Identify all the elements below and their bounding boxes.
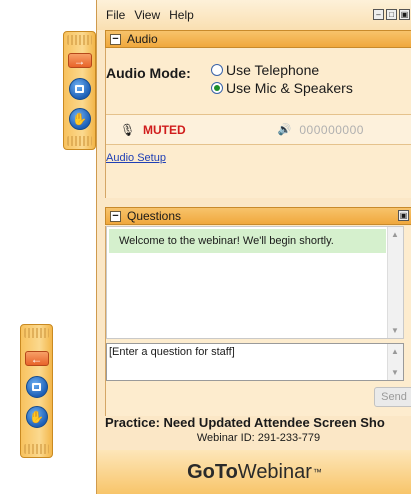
scroll-up-icon[interactable]: ▲ <box>391 347 399 356</box>
questions-log: Welcome to the webinar! We'll begin shor… <box>106 226 404 339</box>
control-panel: File View Help – □ ▣ − Audio Audio Mode:… <box>96 0 411 494</box>
audio-setup-link[interactable]: Audio Setup <box>106 152 166 164</box>
question-input-placeholder: [Enter a question for staff] <box>109 346 235 358</box>
show-screen-button[interactable] <box>25 376 48 398</box>
minimize-button[interactable]: – <box>373 9 384 20</box>
questions-collapse-button[interactable]: − <box>110 210 121 222</box>
audio-level-meter: 000000000 <box>299 122 364 137</box>
maximize-button[interactable]: □ <box>386 9 397 20</box>
popout-icon[interactable]: ▣ <box>398 210 409 221</box>
radio-button[interactable] <box>211 64 223 76</box>
menu-view[interactable]: View <box>134 8 160 22</box>
brand-goto: GoTo <box>187 460 238 483</box>
raise-hand-button[interactable]: ✋ <box>68 108 91 130</box>
menu-file[interactable]: File <box>106 8 125 22</box>
microphone-icon[interactable]: 🎙 <box>120 123 135 137</box>
show-screen-button[interactable] <box>68 78 91 100</box>
scroll-down-icon[interactable]: ▼ <box>391 326 399 335</box>
questions-log-scrollbar[interactable]: ▲ ▼ <box>387 227 403 338</box>
arrow-right-icon: → <box>73 53 86 68</box>
raise-hand-button[interactable]: ✋ <box>25 406 48 428</box>
collapse-arrow-button[interactable]: → <box>67 53 92 68</box>
screen-icon <box>32 383 41 391</box>
menu-help[interactable]: Help <box>169 8 194 22</box>
radio-label: Use Mic & Speakers <box>226 80 353 96</box>
questions-section-header[interactable]: − Questions ▣ <box>105 207 411 225</box>
expand-arrow-button[interactable]: ← <box>24 351 49 366</box>
questions-header-label: Questions <box>127 209 182 223</box>
send-button[interactable]: Send <box>374 387 411 407</box>
raise-hand-icon: ✋ <box>29 410 44 424</box>
audio-collapse-button[interactable]: − <box>110 33 121 45</box>
webinar-title: Practice: Need Updated Attendee Screen S… <box>105 415 385 430</box>
menu-bar: File View Help – □ ▣ <box>97 0 411 30</box>
radio-use-mic-speakers[interactable]: Use Mic & Speakers <box>211 80 353 96</box>
brand-trademark: ™ <box>312 467 322 477</box>
raise-hand-icon: ✋ <box>72 112 87 126</box>
grip-handle[interactable] <box>24 328 49 338</box>
webinar-id: Webinar ID: 291-233-779 <box>196 432 321 444</box>
muted-status: MUTED <box>143 122 186 137</box>
audio-section: Audio Mode: Use Telephone Use Mic & Spea… <box>105 48 411 198</box>
question-input[interactable]: [Enter a question for staff] ▲ ▼ <box>106 343 404 381</box>
arrow-left-icon: ← <box>30 351 43 366</box>
window-controls: – □ ▣ <box>373 9 411 20</box>
grab-tab-top[interactable]: → ✋ <box>63 31 96 150</box>
scroll-up-icon[interactable]: ▲ <box>391 230 399 239</box>
radio-button-selected[interactable] <box>211 82 223 94</box>
screen-icon <box>75 85 84 93</box>
grip-handle-bottom[interactable] <box>67 136 92 146</box>
grip-handle-bottom[interactable] <box>24 444 49 454</box>
grab-tab-bottom[interactable]: ← ✋ <box>20 324 53 458</box>
audio-mode-label: Audio Mode: <box>106 65 191 81</box>
scroll-down-icon[interactable]: ▼ <box>391 368 399 377</box>
questions-section: Welcome to the webinar! We'll begin shor… <box>105 226 411 416</box>
radio-label: Use Telephone <box>226 62 320 78</box>
audio-section-header[interactable]: − Audio <box>105 30 411 48</box>
question-input-scrollbar[interactable]: ▲ ▼ <box>387 344 403 380</box>
audio-header-label: Audio <box>127 32 158 46</box>
speaker-icon: 🔊 <box>277 124 292 136</box>
brand-webinar: Webinar <box>237 460 312 483</box>
restore-button[interactable]: ▣ <box>399 9 410 20</box>
audio-status-strip: 🎙 MUTED 🔊 000000000 <box>106 114 411 145</box>
radio-use-telephone[interactable]: Use Telephone <box>211 62 319 78</box>
grip-handle[interactable] <box>67 35 92 45</box>
gotowebinar-logo: GoTo Webinar ™ <box>97 450 411 494</box>
welcome-message: Welcome to the webinar! We'll begin shor… <box>109 229 386 253</box>
